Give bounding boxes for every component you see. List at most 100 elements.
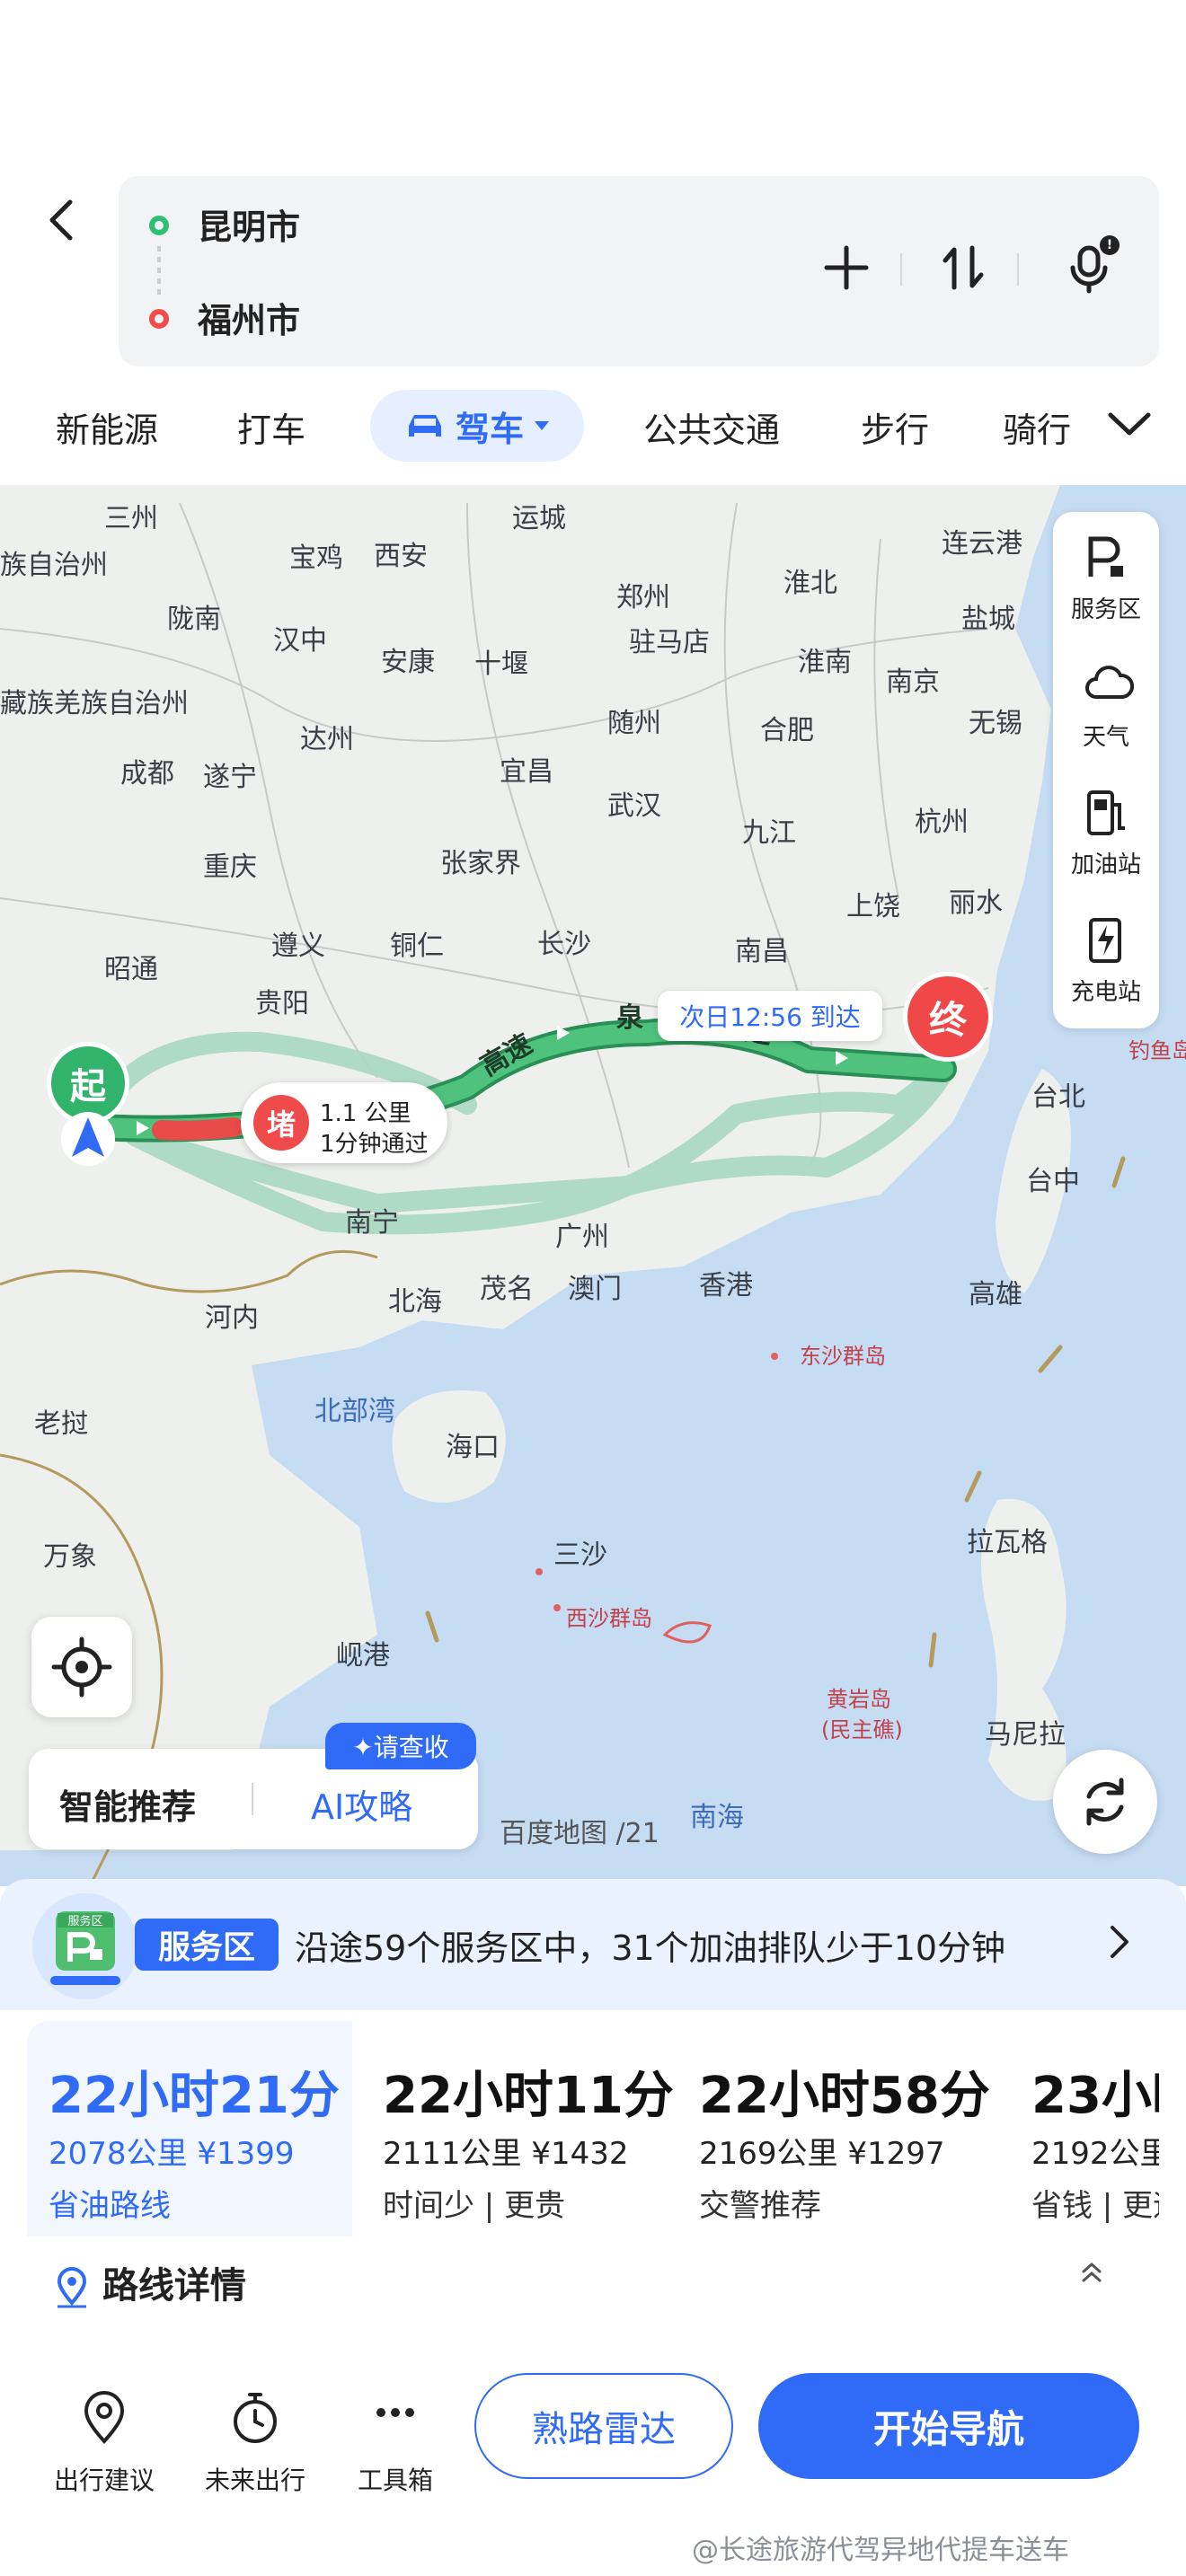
- more-dots-icon: [376, 2408, 414, 2417]
- city-label: 无锡: [969, 708, 1022, 739]
- route-input-box: 昆明市 福州市 !: [119, 176, 1159, 366]
- island-label: 西沙群岛: [566, 1606, 652, 1631]
- tab-taxi[interactable]: 打车: [237, 402, 305, 452]
- gas-station-button[interactable]: 加油站: [1053, 767, 1159, 893]
- city-label: 三沙: [553, 1539, 607, 1571]
- tab-drive[interactable]: 驾车: [370, 390, 584, 462]
- traffic-jam-bubble[interactable]: 堵 1.1 公里 1分钟通过: [241, 1082, 447, 1163]
- city-label: 澳门: [568, 1274, 622, 1305]
- city-label: 武汉: [607, 790, 661, 822]
- city-label: 拉瓦格: [967, 1527, 1048, 1558]
- weather-label: 天气: [1082, 724, 1129, 751]
- island-label: 东沙群岛: [800, 1344, 886, 1369]
- route-distance-cost: 2078公里 ¥1399: [49, 2136, 295, 2172]
- city-label: 昭通: [104, 954, 158, 985]
- jam-time: 1分钟通过: [320, 1131, 429, 1158]
- origin-field[interactable]: 昆明市: [198, 199, 300, 249]
- route-distance-cost: 2169公里 ¥1297: [699, 2136, 945, 2172]
- route-option[interactable]: 23小时 2192公里 省钱 | 更远: [1010, 2021, 1159, 2236]
- chevron-up-icon[interactable]: [1078, 2259, 1105, 2289]
- city-label: 汉中: [273, 625, 327, 657]
- city-label: 遂宁: [203, 762, 257, 793]
- map-tools-sidebar: 服务区 天气 加油站 充电站: [1053, 512, 1159, 1028]
- route-connector: [157, 246, 161, 300]
- swap-arrows-icon: [943, 245, 984, 290]
- service-area-banner[interactable]: 服务区 服务区 沿途59个服务区中，31个加油排队少于10分钟: [0, 1879, 1186, 2010]
- city-label: 丽水: [949, 887, 1003, 919]
- add-waypoint-button[interactable]: [810, 232, 882, 304]
- swap-route-button[interactable]: [927, 232, 999, 304]
- service-area-badge: 服务区: [135, 1919, 279, 1971]
- city-label: 台中: [1026, 1166, 1080, 1197]
- tab-public-transit[interactable]: 公共交通: [643, 402, 780, 452]
- city-label: 老挝: [34, 1408, 88, 1440]
- ai-strategy-button[interactable]: AI攻略: [311, 1779, 412, 1829]
- future-trip-label: 未来出行: [204, 2466, 305, 2495]
- tab-walk[interactable]: 步行: [861, 402, 929, 452]
- tab-new-energy[interactable]: 新能源: [56, 402, 158, 452]
- more-tabs-button[interactable]: [1105, 404, 1154, 447]
- origin-dot-icon: [149, 216, 169, 235]
- city-label: 南昌: [735, 936, 789, 967]
- jam-distance: 1.1 公里: [320, 1100, 412, 1127]
- bottom-action-bar: 出行建议 未来出行 工具箱 熟路雷达 开始导航 @长途旅游代驾异地代提车送车: [0, 2346, 1186, 2576]
- route-option[interactable]: 22小时11分 2111公里 ¥1432 时间少 | 更贵: [361, 2021, 685, 2236]
- locate-me-button[interactable]: [31, 1617, 132, 1717]
- route-detail-toggle[interactable]: 路线详情: [54, 2256, 246, 2308]
- city-label: 盐城: [961, 604, 1015, 635]
- notification-badge: !: [1100, 235, 1120, 255]
- refresh-icon: [1086, 1778, 1124, 1826]
- city-label: 西安: [374, 541, 428, 572]
- city-label: 南京: [886, 666, 940, 698]
- charging-station-label: 充电站: [1070, 979, 1141, 1006]
- city-label: 十堰: [474, 648, 528, 680]
- route-duration: 22小时11分: [383, 2067, 674, 2125]
- city-label: 族自治州: [0, 550, 108, 581]
- city-label: 宜昌: [500, 756, 553, 788]
- navigation-arrow-icon: [59, 1110, 117, 1171]
- route-option[interactable]: 22小时58分 2169公里 ¥1297 交警推荐: [677, 2021, 1010, 2236]
- start-navigation-button[interactable]: 开始导航: [758, 2373, 1139, 2479]
- city-label: 广州: [555, 1222, 609, 1253]
- svg-text:服务区: 服务区: [67, 1914, 102, 1928]
- city-label: 连云港: [942, 528, 1022, 560]
- divider: [252, 1783, 253, 1815]
- city-label: 宝鸡: [289, 543, 343, 574]
- travel-advice-label: 出行建议: [53, 2466, 155, 2495]
- sea-label: 北部湾: [314, 1396, 395, 1427]
- city-label: 马尼拉: [985, 1719, 1066, 1751]
- city-label: 藏族羌族自治州: [0, 688, 189, 719]
- service-area-button[interactable]: 服务区: [1053, 512, 1159, 638]
- end-marker: 终: [903, 972, 993, 1062]
- island-label: 黄岩岛: [827, 1687, 891, 1712]
- city-label: 高雄: [969, 1279, 1022, 1310]
- familiar-road-radar-button[interactable]: 熟路雷达: [474, 2373, 733, 2479]
- back-button[interactable]: [36, 193, 90, 247]
- city-label: 杭州: [915, 807, 969, 838]
- service-area-icon: 服务区: [32, 1893, 138, 1999]
- refresh-route-button[interactable]: [1053, 1750, 1157, 1854]
- plus-icon: [824, 245, 869, 290]
- route-distance-cost: 2111公里 ¥1432: [383, 2136, 629, 2172]
- city-label: 遵义: [271, 931, 325, 962]
- route-options-panel: 22小时21分 2078公里 ¥1399 省油路线 22小时11分 2111公里…: [27, 2021, 1159, 2344]
- voice-input-button[interactable]: !: [1053, 232, 1125, 304]
- tab-drive-label: 驾车: [455, 409, 524, 449]
- weather-button[interactable]: 天气: [1053, 640, 1159, 765]
- destination-field[interactable]: 福州市: [198, 293, 300, 342]
- smart-recommend-button[interactable]: 智能推荐: [59, 1779, 196, 1829]
- charging-station-button[interactable]: 充电站: [1053, 895, 1159, 1020]
- chevron-left-icon: [49, 199, 73, 241]
- charging-station-icon: [1089, 918, 1121, 963]
- city-label: 张家界: [440, 848, 521, 879]
- city-label: 运城: [512, 503, 566, 534]
- city-label: 随州: [607, 708, 661, 739]
- route-option[interactable]: 22小时21分 2078公里 ¥1399 省油路线: [27, 2021, 352, 2236]
- divider: [1017, 253, 1019, 286]
- route-duration: 22小时21分: [49, 2067, 340, 2125]
- route-tag: 省钱 | 更远: [1031, 2188, 1159, 2224]
- map-view[interactable]: 三州 运城 连云港 族自治州 宝鸡 西安 郑州 淮北 陇南 汉中 驻马店 盐城 安康 十堰 淮南 藏族羌族自治…: [0, 485, 1186, 1886]
- city-label: 驻马店: [629, 627, 710, 658]
- divider: [900, 253, 902, 286]
- tab-bike[interactable]: 骑行: [1003, 402, 1071, 452]
